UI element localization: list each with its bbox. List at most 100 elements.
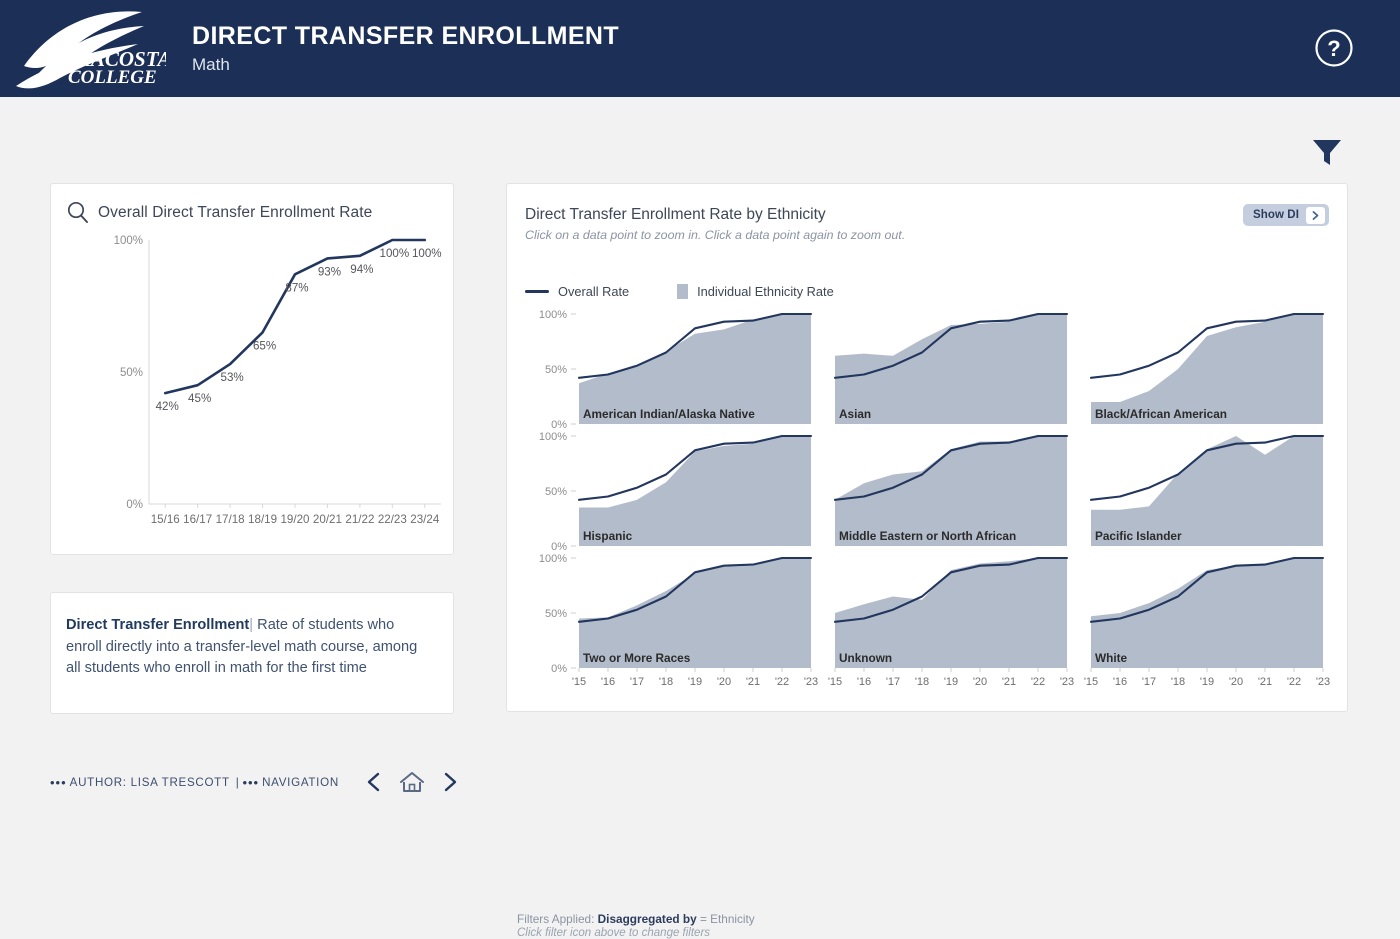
chevron-left-icon[interactable] [364,771,384,793]
svg-text:0%: 0% [551,419,567,431]
svg-text:'17: '17 [1142,676,1156,688]
svg-text:'18: '18 [659,676,673,688]
definition-term: Direct Transfer Enrollment [66,617,250,633]
svg-text:'23: '23 [804,676,818,688]
svg-text:'15: '15 [572,676,586,688]
svg-text:Middle Eastern or North Africa: Middle Eastern or North African [839,529,1016,543]
footer-author[interactable]: AUTHOR: LISA TRESCOTT [70,776,230,789]
small-multiples-svg[interactable]: 0% 50% 100% American Indian/Alaska Native As… [507,306,1349,694]
svg-text:'22: '22 [1287,676,1301,688]
svg-text:18/19: 18/19 [248,513,277,526]
svg-text:'16: '16 [857,676,871,688]
ethnicity-panel[interactable]: Pacific Islander [1089,434,1325,546]
app-header: MIRACOSTA COLLEGE DIRECT TRANSFER ENROLL… [0,0,1400,97]
miracosta-logo: MIRACOSTA COLLEGE [0,0,168,97]
svg-text:Hispanic: Hispanic [583,529,633,543]
ethnicity-panel[interactable]: White '15 '16 '17 '18 '19 '20 '21 '22 '23 [1084,556,1330,688]
overall-chart-svg[interactable]: 0%50%100%15/16 16/17 17/18 18/19 19/20 20/21 2… [51,232,455,554]
svg-text:White: White [1095,651,1128,665]
home-icon[interactable] [398,770,426,794]
page-subtitle: Math [192,54,230,74]
ethnicity-panel[interactable]: 0% 50% 100% Two or More Races '15 '16 '17 '18 '1… [539,553,818,688]
svg-text:100%: 100% [539,553,567,565]
overall-card-title: Overall Direct Transfer Enrollment Rate [98,203,373,221]
svg-text:22/23: 22/23 [378,513,407,526]
svg-text:93%: 93% [318,265,341,278]
ethnicity-panel[interactable]: Unknown '15 '16 '17 '18 '19 '20 '21 '22 '23 [828,556,1074,688]
ethnicity-panel[interactable]: 0% 50% 100% Hispanic [539,431,813,553]
overall-card-header: Overall Direct Transfer Enrollment Rate [51,184,453,225]
filter-funnel-icon[interactable] [1308,132,1346,170]
svg-text:Pacific Islander: Pacific Islander [1095,529,1182,543]
svg-text:'17: '17 [886,676,900,688]
svg-text:0%: 0% [551,663,567,675]
filters-applied-key: Disaggregated by [597,912,697,926]
svg-text:21/22: 21/22 [345,513,374,526]
svg-text:100%: 100% [539,309,567,321]
svg-text:20/21: 20/21 [313,513,342,526]
filters-applied: Filters Applied: Disaggregated by = Ethn… [517,912,755,926]
svg-text:'18: '18 [915,676,929,688]
page-title: DIRECT TRANSFER ENROLLMENT [192,21,620,50]
footer-separator: | [235,775,240,789]
chevron-right-icon[interactable] [1306,206,1325,224]
svg-text:'17: '17 [630,676,644,688]
overall-line-chart[interactable]: 0% 50% 100% 15/16 16/17 17/18 18/19 19/20 20/21 2… [51,232,455,554]
footer-bar: ••• AUTHOR: LISA TRESCOTT | ••• NAVIGATI… [50,770,460,794]
svg-text:15/16: 15/16 [151,513,180,526]
svg-text:50%: 50% [545,364,567,376]
svg-text:'23: '23 [1060,676,1074,688]
chart-legend: Overall Rate Individual Ethnicity Rate [525,284,834,299]
svg-text:'19: '19 [944,676,958,688]
overall-rate-card: Overall Direct Transfer Enrollment Rate … [50,183,454,555]
svg-text:?: ? [1327,36,1340,61]
ethnicity-panel[interactable]: Middle Eastern or North African [833,434,1069,546]
ethnicity-card-subtitle: Click on a data point to zoom in. Click … [525,228,906,242]
svg-text:17/18: 17/18 [216,513,245,526]
svg-text:0%: 0% [551,541,567,553]
ethnicity-card-title: Direct Transfer Enrollment Rate by Ethni… [525,206,826,223]
ethnicity-panel[interactable]: Black/African American [1089,312,1325,424]
footer-navigation[interactable]: NAVIGATION [262,776,339,789]
svg-text:American Indian/Alaska Native: American Indian/Alaska Native [583,407,755,421]
svg-text:'20: '20 [973,676,987,688]
svg-text:100%: 100% [380,247,410,260]
ethnicity-breakdown-card: Direct Transfer Enrollment Rate by Ethni… [506,183,1349,939]
svg-text:'22: '22 [1031,676,1045,688]
svg-text:'20: '20 [1229,676,1243,688]
svg-text:23/24: 23/24 [410,513,440,526]
filters-applied-value: Ethnicity [710,912,755,926]
svg-text:16/17: 16/17 [183,513,212,526]
svg-text:53%: 53% [221,371,244,384]
svg-text:'16: '16 [601,676,615,688]
svg-text:'18: '18 [1171,676,1185,688]
definition-text: Direct Transfer Enrollment| Rate of stud… [51,593,453,680]
svg-text:Black/African American: Black/African American [1095,407,1227,421]
show-di-button[interactable]: Show DI [1242,204,1329,226]
svg-text:'15: '15 [828,676,842,688]
filters-applied-eq: = [699,912,707,926]
svg-text:50%: 50% [545,486,567,498]
ethnicity-small-multiples[interactable]: 0% 50% 100% American Indian/Alaska Native As… [507,306,1349,694]
filters-applied-label: Filters Applied: [517,912,595,926]
ethnicity-panel[interactable]: Asian [833,312,1069,424]
navigation-dots-icon: ••• [242,774,260,790]
chevron-right-icon[interactable] [440,771,460,793]
svg-text:'15: '15 [1084,676,1098,688]
svg-text:'19: '19 [688,676,702,688]
legend-label-individual: Individual Ethnicity Rate [697,284,834,299]
filters-hint: Click filter icon above to change filter… [517,927,711,939]
svg-text:100%: 100% [539,431,567,443]
svg-text:'21: '21 [746,676,760,688]
svg-text:100%: 100% [412,247,442,260]
magnifier-icon[interactable] [65,200,90,225]
legend-label-overall: Overall Rate [558,284,630,299]
svg-text:50%: 50% [545,608,567,620]
footer-nav-buttons [364,770,460,794]
svg-text:'21: '21 [1258,676,1272,688]
help-circle-icon[interactable]: ? [1314,28,1354,68]
definition-pipe: | [249,617,254,633]
author-dots-icon: ••• [50,774,67,790]
legend-area-swatch [677,284,689,299]
ethnicity-panel[interactable]: 0% 50% 100% American Indian/Alaska Native [539,309,813,431]
